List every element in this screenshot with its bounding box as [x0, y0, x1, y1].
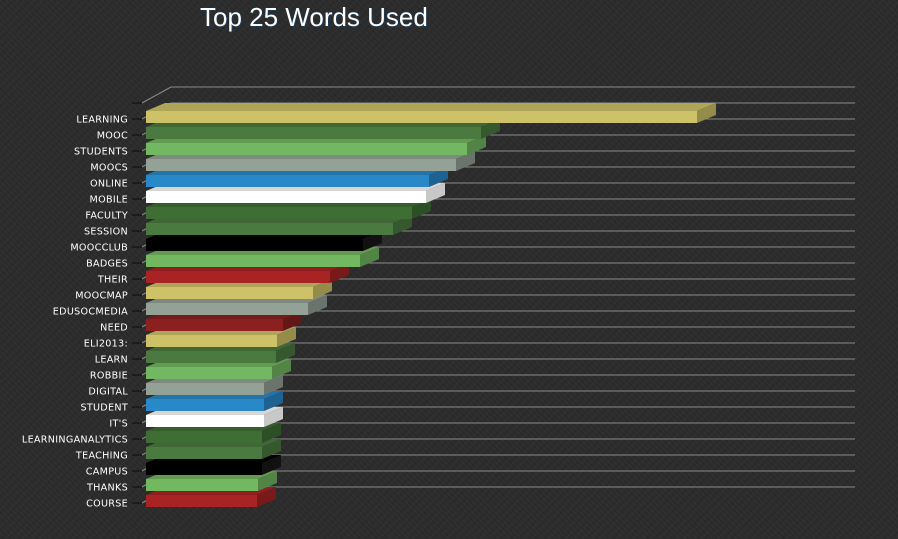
category-label: ONLINE: [90, 179, 128, 190]
category-label: IT'S: [109, 419, 128, 430]
category-label: COURSE: [86, 499, 128, 510]
bar-front-face: [146, 335, 277, 347]
bars: [146, 103, 716, 507]
category-label: TEACHING: [75, 451, 128, 462]
bar-front-face: [146, 287, 313, 299]
category-label: STUDENTS: [74, 147, 128, 158]
category-label: MOOCMAP: [75, 291, 128, 302]
bar-front-face: [146, 207, 412, 219]
bar-front-face: [146, 191, 426, 203]
category-label: NEED: [100, 323, 128, 334]
bar-front-face: [146, 351, 276, 363]
category-label: LEARN: [95, 355, 128, 366]
bar-front-face: [146, 271, 330, 283]
category-label: FACULTY: [85, 211, 128, 222]
bar-front-face: [146, 111, 697, 123]
bar-front-face: [146, 159, 456, 171]
bar-front-face: [146, 399, 264, 411]
bar-front-face: [146, 415, 264, 427]
category-label: MOBILE: [90, 195, 128, 206]
bar-front-face: [146, 143, 467, 155]
bar-front-face: [146, 383, 264, 395]
category-label: ROBBIE: [90, 371, 128, 382]
category-label: CAMPUS: [86, 467, 128, 478]
category-labels: LEARNING MOOC STUDENTS MOOCS ONLINE MOBILE FAC…: [22, 115, 128, 510]
category-label: ELI2013:: [84, 339, 128, 350]
bar-front-face: [146, 479, 258, 491]
category-label: LEARNINGANALYTICS: [22, 435, 128, 446]
category-label: STUDENT: [80, 403, 128, 414]
category-label: BADGES: [86, 259, 128, 270]
category-label: MOOC: [97, 131, 128, 142]
bar-top-face: [146, 103, 716, 111]
category-label: MOOCCLUB: [70, 243, 128, 254]
bar-front-face: [146, 175, 429, 187]
bar-front-face: [146, 367, 272, 379]
category-label: THANKS: [86, 483, 128, 494]
bar-front-face: [146, 223, 393, 235]
bar-front-face: [146, 431, 262, 443]
bar-front-face: [146, 463, 262, 475]
category-label: DIGITAL: [88, 387, 128, 398]
bar-front-face: [146, 319, 283, 331]
bar-front-face: [146, 255, 360, 267]
bar-front-face: [146, 495, 257, 507]
category-label: THEIR: [97, 275, 128, 286]
bar-chart: LEARNING MOOC STUDENTS MOOCS ONLINE MOBILE FAC…: [22, 86, 855, 510]
axis-depth-line: [141, 86, 172, 104]
bar-front-face: [146, 239, 363, 251]
bar-learning[interactable]: [146, 103, 716, 123]
category-label: EDUSOCMEDIA: [53, 307, 128, 318]
bar-front-face: [146, 303, 308, 315]
category-label: SESSION: [84, 227, 128, 238]
category-label: MOOCS: [90, 163, 128, 174]
bar-front-face: [146, 127, 481, 139]
category-label: LEARNING: [76, 115, 128, 126]
bar-front-face: [146, 447, 262, 459]
